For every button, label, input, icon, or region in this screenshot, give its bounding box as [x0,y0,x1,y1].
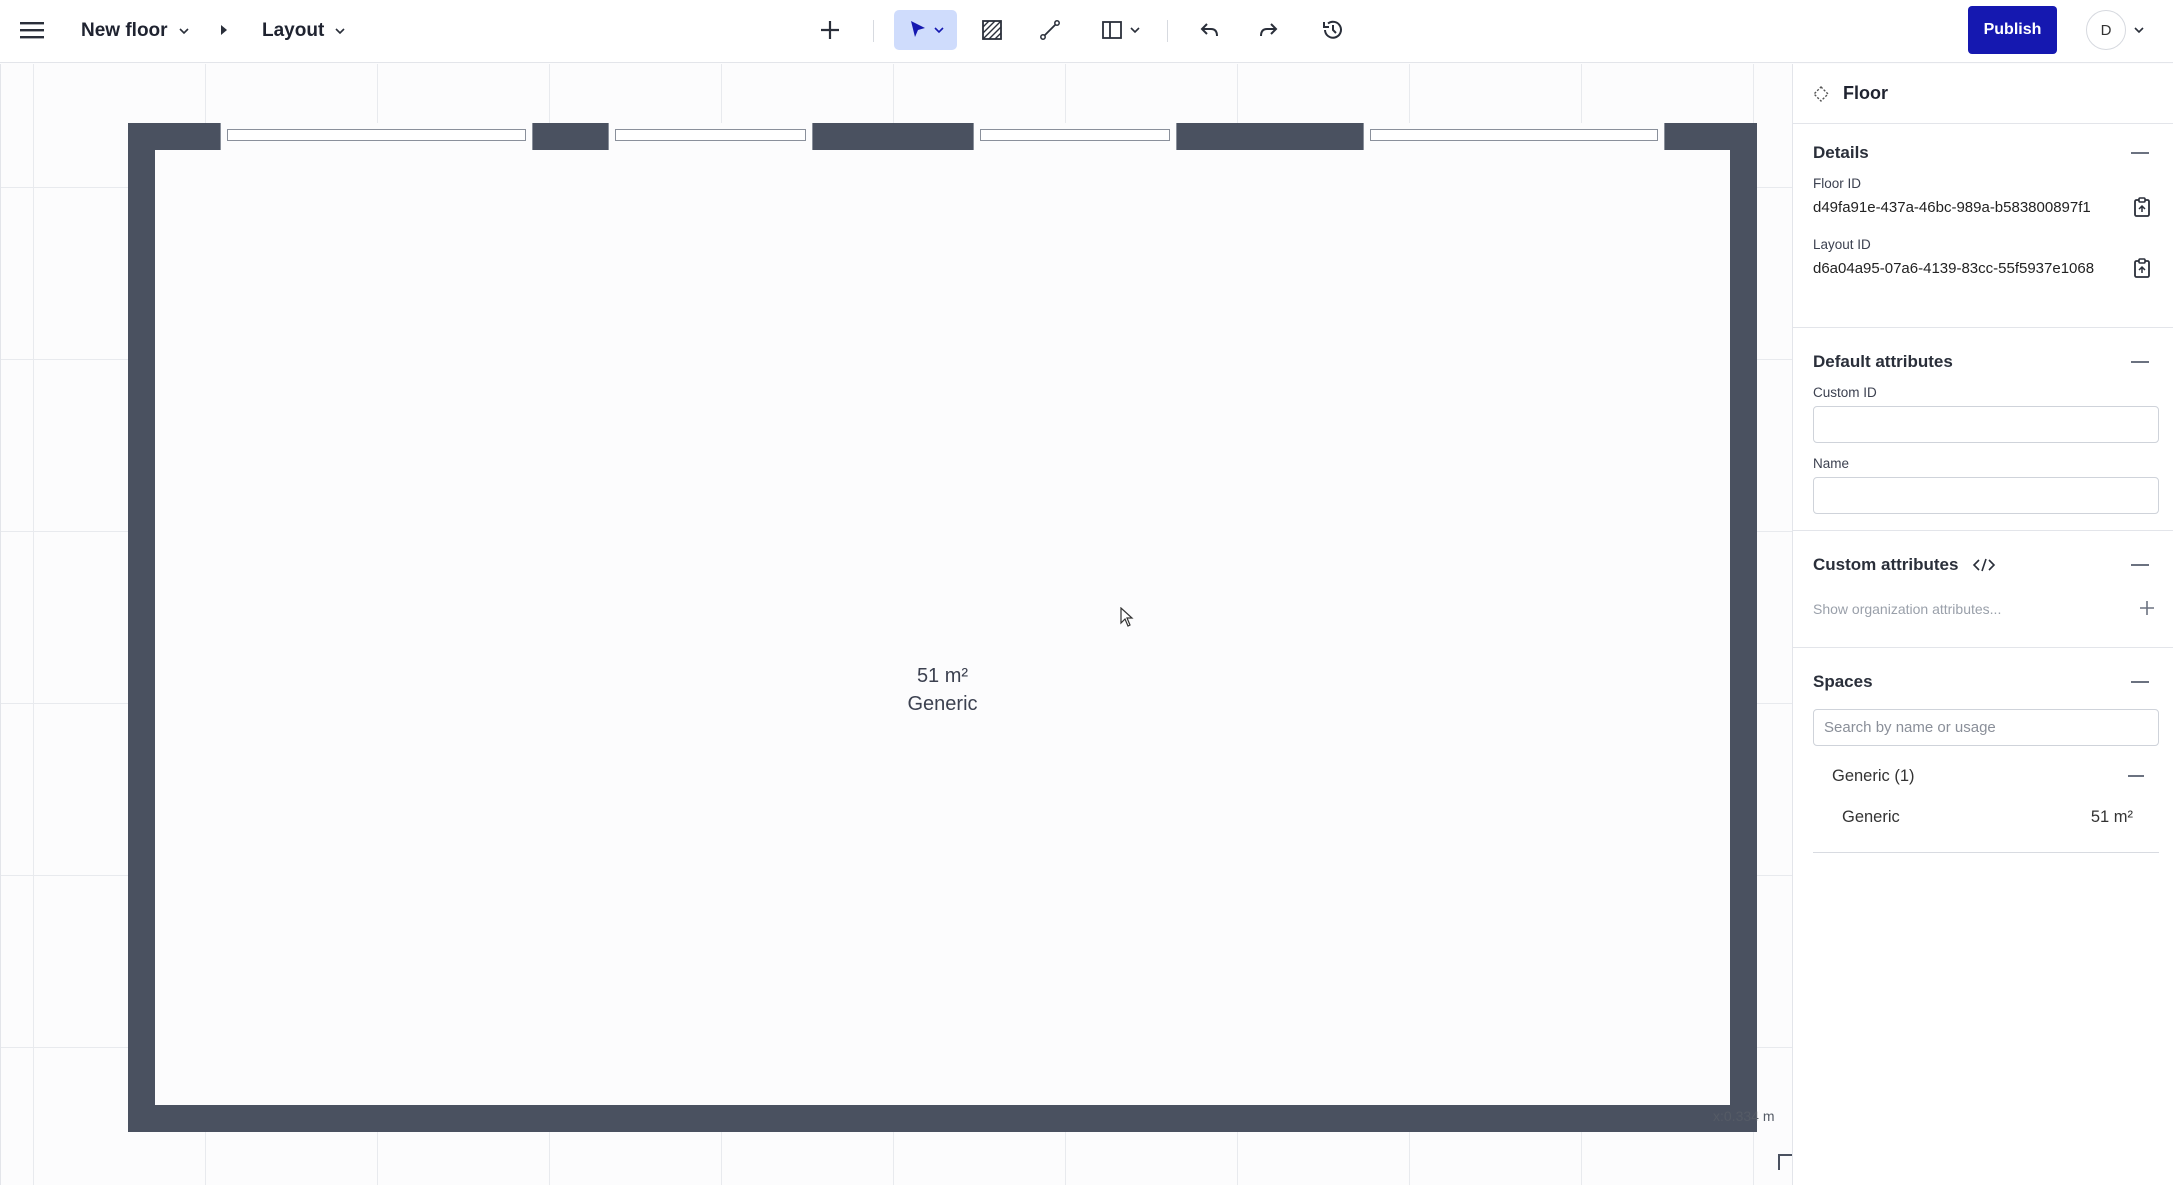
layout-id-value: d6a04a95-07a6-4139-83cc-55f5937e1068 [1813,259,2095,277]
history-button[interactable] [1311,10,1355,50]
top-toolbar: New floor Layout Publish D [0,0,2173,63]
spaces-section: Spaces Generic (1) Generic 51 m² [1793,648,2173,853]
spaces-title: Spaces [1813,672,1873,691]
clipboard-icon [2134,258,2150,278]
layout-name: Layout [262,20,325,41]
floor-diamond-icon [1813,85,1829,102]
avatar: D [2086,10,2126,50]
floor-name: New floor [81,20,168,41]
clipboard-icon [2134,197,2150,217]
line-segment-icon [1040,20,1060,40]
space-area: 51 m² [2090,807,2133,826]
space-group-row[interactable]: Generic (1) [1813,756,2159,796]
layout-selector[interactable]: Layout [262,14,346,48]
code-icon[interactable] [1972,557,1996,573]
details-title: Details [1813,143,1869,162]
line-tool-button[interactable] [1028,10,1072,50]
name-input[interactable] [1813,477,2159,514]
redo-button[interactable] [1246,10,1290,50]
undo-button[interactable] [1188,10,1232,50]
collapse-group-button[interactable] [2121,761,2151,791]
add-button[interactable] [808,10,852,50]
name-label: Name [1813,456,1850,471]
undo-icon [1200,23,1218,37]
select-tool-button[interactable] [894,10,957,50]
publish-button[interactable]: Publish [1968,6,2057,54]
chevron-down-icon [335,28,345,35]
door-window-tool-button[interactable] [1092,10,1148,50]
custom-id-label: Custom ID [1813,385,1877,400]
show-organization-attributes-link[interactable]: Show organization attributes... [1813,601,2001,617]
chevron-down-icon [933,27,944,34]
panel-header: Floor [1793,64,2173,124]
copy-floor-id-button[interactable] [2129,194,2155,220]
room-area-label: 51 m² [916,665,969,687]
spaces-list: Generic (1) Generic 51 m² [1813,746,2159,853]
custom-attributes-section: Custom attributes Show organization attr… [1793,531,2173,648]
collapse-details-button[interactable] [2125,138,2155,168]
add-attribute-plus-icon[interactable] [2139,596,2155,622]
floor-id-value: d49fa91e-437a-46bc-989a-b583800897f1 [1813,198,2091,216]
chevron-down-icon [178,28,189,35]
room-space-generic[interactable]: 51 m² Generic [155,150,1730,1105]
toolbar-divider [1167,20,1168,42]
collapse-custom-attributes-button[interactable] [2125,550,2155,580]
default-attributes-section: Default attributes Custom ID Name [1793,328,2173,531]
panel-title: Floor [1843,83,1888,103]
layout-id-label: Layout ID [1813,237,1871,252]
floor-id-label: Floor ID [1813,176,1862,191]
spaces-search-input[interactable] [1813,709,2159,746]
hatched-area-icon [982,20,1002,40]
collapse-spaces-button[interactable] [2125,667,2155,697]
room-usage-label: Generic [907,693,978,715]
plus-icon [821,21,839,39]
window[interactable] [973,123,1177,150]
floor-plan-canvas[interactable]: 51 m² Generic x:0.334 m 2D 3D [0,64,1794,1185]
pointer-icon [910,21,925,37]
user-menu[interactable]: D [2086,10,2144,50]
mouse-cursor-icon [1120,607,1134,627]
space-group-label: Generic (1) [1832,766,1915,785]
breadcrumb-separator-icon [216,20,232,40]
space-list-item[interactable]: Generic 51 m² [1813,796,2159,838]
floor-selector[interactable]: New floor [81,14,190,48]
collapse-default-attributes-button[interactable] [2125,347,2155,377]
space-name: Generic [1842,807,1900,826]
custom-attributes-title: Custom attributes [1813,555,1959,574]
chevron-down-icon [2134,27,2144,34]
window[interactable] [1363,123,1665,150]
custom-id-input[interactable] [1813,406,2159,443]
default-attributes-title: Default attributes [1813,352,1953,371]
chevron-down-icon [1130,27,1140,34]
window[interactable] [220,123,533,150]
window[interactable] [608,123,813,150]
hatch-area-tool-button[interactable] [970,10,1014,50]
copy-layout-id-button[interactable] [2129,255,2155,281]
panel-icon [1102,21,1122,39]
coordinate-readout: x:0.334 m [1713,1108,1775,1124]
redo-icon [1260,23,1278,37]
hamburger-menu-icon[interactable] [14,12,50,48]
history-clock-icon [1323,20,1342,39]
properties-panel: Floor Details Floor ID d49fa91e-437a-46b… [1792,64,2173,1185]
details-section: Details Floor ID d49fa91e-437a-46bc-989a… [1793,124,2173,328]
toolbar-divider [873,20,874,42]
